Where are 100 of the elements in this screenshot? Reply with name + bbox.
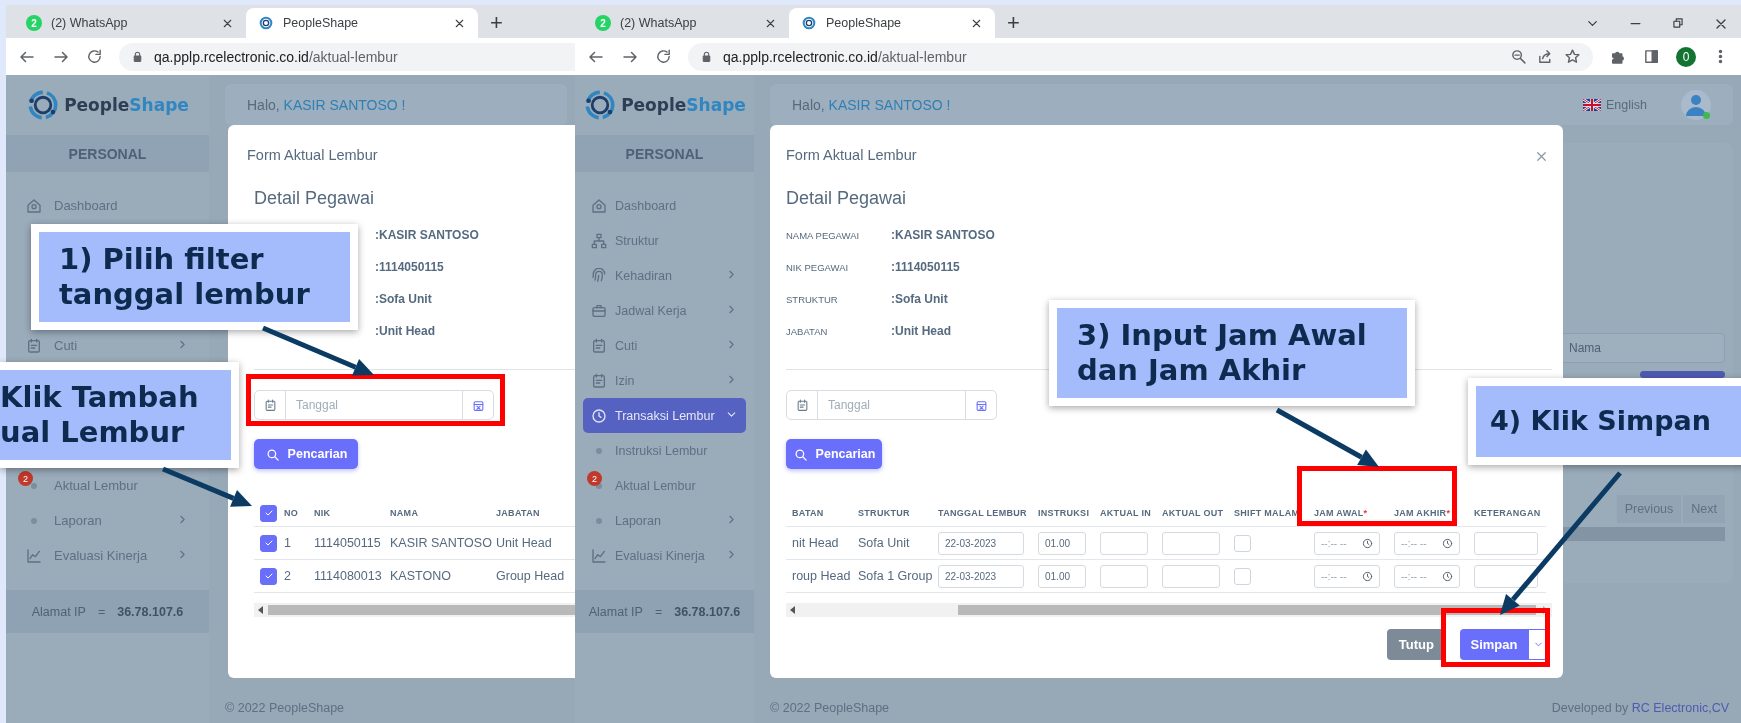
column-header: INSTRUKSI [1037,508,1091,518]
profile-avatar[interactable]: 0 [1676,46,1696,67]
column-header: JAM AKHIR* [1393,508,1452,518]
lock-icon [700,50,713,63]
calendar-x-icon[interactable] [471,398,485,412]
sidebar-item[interactable]: Struktur [583,223,746,258]
field-value: :Sofa Unit [891,292,948,306]
ip-address: 36.78.107.6 [117,604,184,619]
tab-title: PeopleShape [826,16,903,30]
sidebar-item[interactable]: Instruksi Lembur [583,433,746,468]
table-cell-text: 1114080013 [313,569,383,583]
bullet-icon [596,517,602,524]
sidebar-item[interactable]: Izin [583,363,746,398]
text-input[interactable] [1474,531,1538,555]
text-input[interactable]: 01.00 [1038,564,1086,588]
sidebar-item[interactable]: Transaksi Lembur [583,398,746,433]
clock-icon [591,407,607,424]
equals-sign: = [97,604,106,619]
calendar-icon [591,337,607,354]
new-tab-button[interactable]: + [995,8,1032,38]
checkbox[interactable] [260,534,277,552]
url-text: qa.pplp.rcelectronic.co.id/aktual-lembur [154,48,399,65]
sidebar-item[interactable]: Evaluasi Kinerja [583,538,746,573]
table-cell-text: Sofa 1 Group [857,569,932,583]
sidebar-item[interactable]: Dashboard [583,188,746,223]
home-icon [26,197,42,214]
column-header: JABATAN [495,508,541,518]
browser-tab[interactable]: PeopleShape [789,8,995,38]
count-badge: 2 [587,471,602,486]
text-input[interactable] [1162,564,1220,588]
search-button[interactable]: Pencarian [786,439,882,469]
field-label: JABATAN [786,325,828,337]
developer-link[interactable]: RC Electronic,CV [1631,701,1729,715]
clock-icon [1442,570,1453,582]
date-filter-field[interactable]: Tanggal [786,390,997,420]
table-cell-text: 2 [283,569,292,583]
checkbox[interactable] [260,504,277,522]
sidebar-item[interactable]: Cuti [14,328,201,363]
checkbox[interactable] [260,567,277,585]
sidebar-item[interactable]: Dashboard [14,188,201,223]
ip-label: Alamat IP [31,604,86,619]
search-button[interactable]: Pencarian [254,439,358,469]
greeting-text: Halo, KASIR SANTOSO ! [247,96,406,113]
browser-tab[interactable]: PeopleShape [246,8,478,38]
reload-icon[interactable] [655,48,672,65]
table-cell-text: KASIR SANTOSO [389,536,490,550]
flag-icon [1583,98,1601,111]
field-label: NIK PEGAWAI [786,261,849,273]
chat-badge-icon: 2 [26,15,42,31]
sidebar-item[interactable]: 2 Aktual Lembur [14,468,201,503]
field-value: :Unit Head [375,324,435,338]
sidebar-item[interactable]: Laporan [14,503,201,538]
field-label: NAMA PEGAWAI [786,229,860,241]
sidebar-item[interactable]: 2 Aktual Lembur [583,468,746,503]
text-input[interactable]: 22-03-2023 [938,531,1024,555]
count-badge: 2 [18,471,33,486]
field-value: :Unit Head [891,324,951,338]
briefcase-icon [591,302,607,319]
field-label: STRUKTUR [786,293,838,305]
new-tab-button[interactable]: + [478,8,515,38]
calendar-x-icon[interactable] [974,398,988,412]
text-input[interactable] [1474,564,1538,588]
copyright-text: © 2022 PeopleShape [225,701,345,715]
bullet-icon [596,482,602,489]
time-field[interactable]: --:-- -- [1314,531,1380,555]
date-filter-field[interactable]: Tanggal [254,390,494,420]
restore-icon[interactable] [1671,16,1685,30]
bullet-icon [31,517,37,524]
sidebar-item[interactable]: Jadwal Kerja [583,293,746,328]
equals-sign: = [654,604,663,619]
text-input[interactable] [1100,531,1148,555]
star-icon[interactable] [1564,48,1581,65]
bullet-icon [31,482,37,489]
search-field[interactable]: Nama [1560,333,1725,363]
text-input[interactable] [1100,564,1148,588]
text-input[interactable] [1162,531,1220,555]
sidebar-item[interactable]: Laporan [583,503,746,538]
zoom-out-icon[interactable] [1510,48,1527,65]
side-panel-icon[interactable] [1643,48,1660,65]
time-field[interactable]: --:-- -- [1394,531,1460,555]
greeting-text: Halo, KASIR SANTOSO ! [792,96,951,113]
sidebar-item[interactable]: Cuti [583,328,746,363]
text-input[interactable]: 01.00 [1038,531,1086,555]
sidebar-item[interactable]: Evaluasi Kinerja [14,538,201,573]
browser-tab[interactable]: 2 (2) WhatsApp [14,8,246,38]
table-cell-text: roup Head [791,569,852,583]
tab-title: (2) WhatsApp [51,16,129,30]
save-button[interactable]: Simpan [1460,629,1548,660]
reload-icon[interactable] [86,48,103,65]
calendar-icon [795,398,809,412]
horizontal-scrollbar[interactable] [786,603,1552,617]
time-field[interactable]: --:-- -- [1314,564,1380,588]
text-input[interactable]: 22-03-2023 [938,564,1024,588]
language-selector[interactable]: English [1583,97,1647,112]
browser-tab[interactable]: 2 (2) WhatsApp [583,8,789,38]
sidebar-item[interactable]: Kehadiran [583,258,746,293]
field-value: :1114050115 [891,260,960,274]
chat-badge-icon: 2 [595,15,611,31]
app-logo: PeopleShape [26,88,189,122]
time-field[interactable]: --:-- -- [1394,564,1460,588]
